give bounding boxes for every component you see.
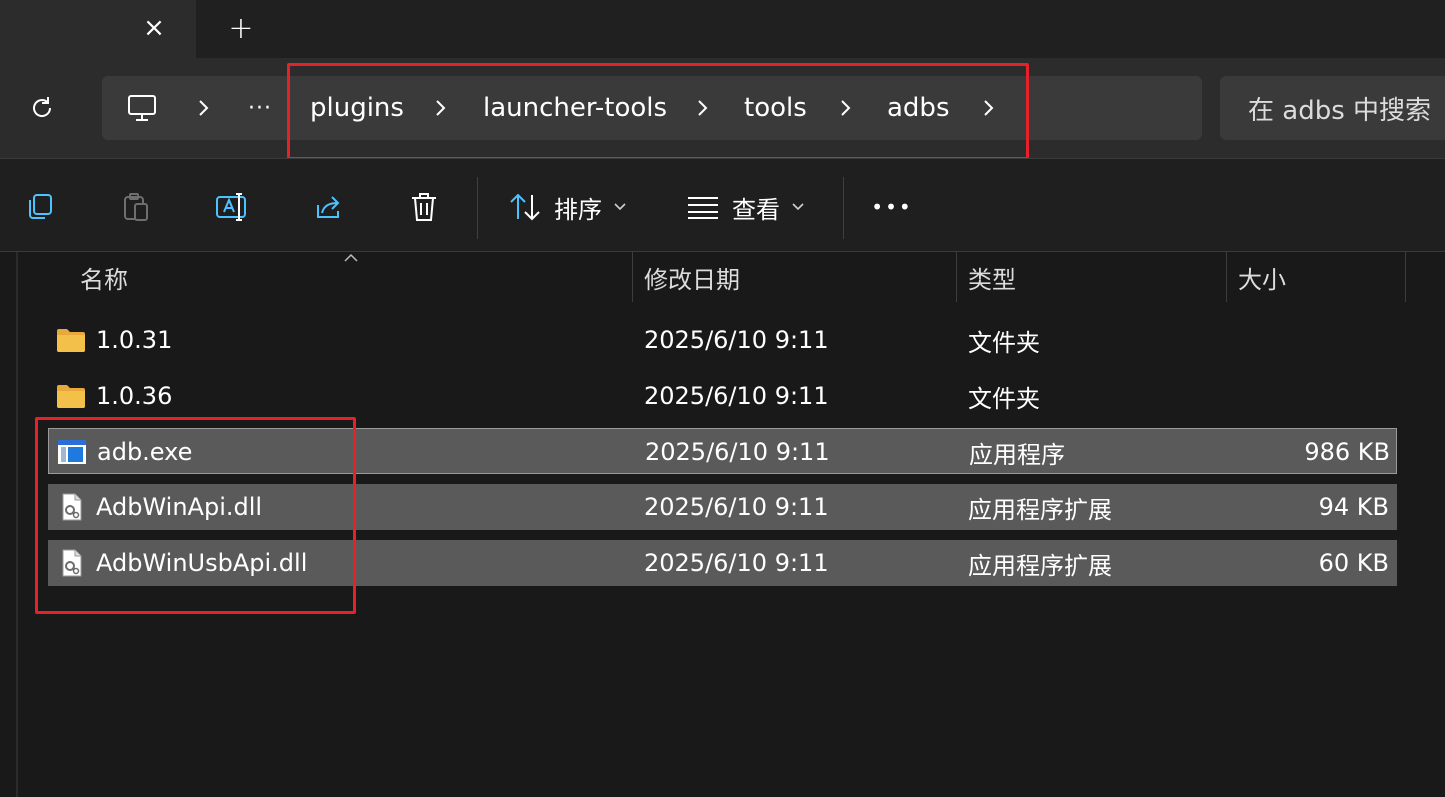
column-header-type[interactable]: 类型	[968, 252, 1016, 302]
file-modified: 2025/6/10 9:11	[644, 382, 829, 410]
chevron-down-icon	[792, 203, 804, 211]
file-modified: 2025/6/10 9:11	[645, 438, 830, 466]
file-type: 应用程序扩展	[968, 551, 1112, 580]
folder-icon	[57, 329, 85, 352]
column-header-modified[interactable]: 修改日期	[644, 252, 740, 302]
file-size: 60 KB	[1318, 549, 1389, 577]
breadcrumb-highlight-box	[287, 63, 1029, 160]
file-type: 应用程序	[969, 440, 1065, 469]
file-type: 文件夹	[968, 384, 1040, 413]
paste-icon[interactable]	[116, 183, 156, 231]
refresh-icon[interactable]	[22, 88, 62, 128]
share-icon[interactable]	[308, 183, 348, 231]
delete-icon[interactable]	[404, 183, 444, 231]
files-highlight-box	[35, 417, 356, 614]
search-input[interactable]: 在 adbs 中搜索	[1220, 76, 1445, 140]
file-modified: 2025/6/10 9:11	[644, 326, 829, 354]
pane-divider	[16, 252, 18, 797]
rename-icon[interactable]	[212, 183, 252, 231]
column-divider[interactable]	[1226, 252, 1227, 302]
new-tab-icon[interactable]: +	[224, 10, 258, 46]
chevron-right-icon[interactable]	[192, 76, 216, 140]
file-size: 986 KB	[1304, 438, 1390, 466]
copy-icon[interactable]	[20, 183, 60, 231]
column-header-name[interactable]: 名称	[80, 252, 128, 302]
toolbar-divider	[477, 177, 478, 239]
column-divider[interactable]	[1405, 252, 1406, 302]
file-type: 文件夹	[968, 328, 1040, 357]
breadcrumb-overflow[interactable]: ···	[248, 76, 272, 140]
file-size: 94 KB	[1318, 493, 1389, 521]
chevron-down-icon	[614, 203, 626, 211]
file-modified: 2025/6/10 9:11	[644, 549, 829, 577]
sort-icon	[510, 193, 540, 221]
file-type: 应用程序扩展	[968, 495, 1112, 524]
file-modified: 2025/6/10 9:11	[644, 493, 829, 521]
toolbar-divider	[843, 177, 844, 239]
more-options-button[interactable]: •••	[870, 183, 914, 231]
view-label: 查看	[732, 195, 780, 224]
column-divider[interactable]	[956, 252, 957, 302]
active-tab[interactable]: ×	[0, 0, 196, 58]
view-button[interactable]: 查看	[686, 183, 804, 231]
tab-bar: × +	[0, 0, 1445, 58]
column-divider[interactable]	[632, 252, 633, 302]
folder-icon	[57, 385, 85, 408]
sort-button[interactable]: 排序	[508, 183, 626, 231]
view-list-icon	[688, 197, 718, 219]
command-bar: 排序 查看 •••	[0, 158, 1445, 252]
file-name: 1.0.31	[96, 326, 173, 354]
tab-close-icon[interactable]: ×	[138, 10, 170, 46]
this-pc-icon[interactable]	[126, 76, 158, 140]
sort-ascending-icon	[344, 253, 358, 262]
sort-label: 排序	[554, 195, 602, 224]
file-name: 1.0.36	[96, 382, 173, 410]
list-item[interactable]: 1.0.31 2025/6/10 9:11 文件夹	[48, 317, 1397, 363]
list-item[interactable]: 1.0.36 2025/6/10 9:11 文件夹	[48, 373, 1397, 419]
column-header-size[interactable]: 大小	[1238, 252, 1286, 302]
